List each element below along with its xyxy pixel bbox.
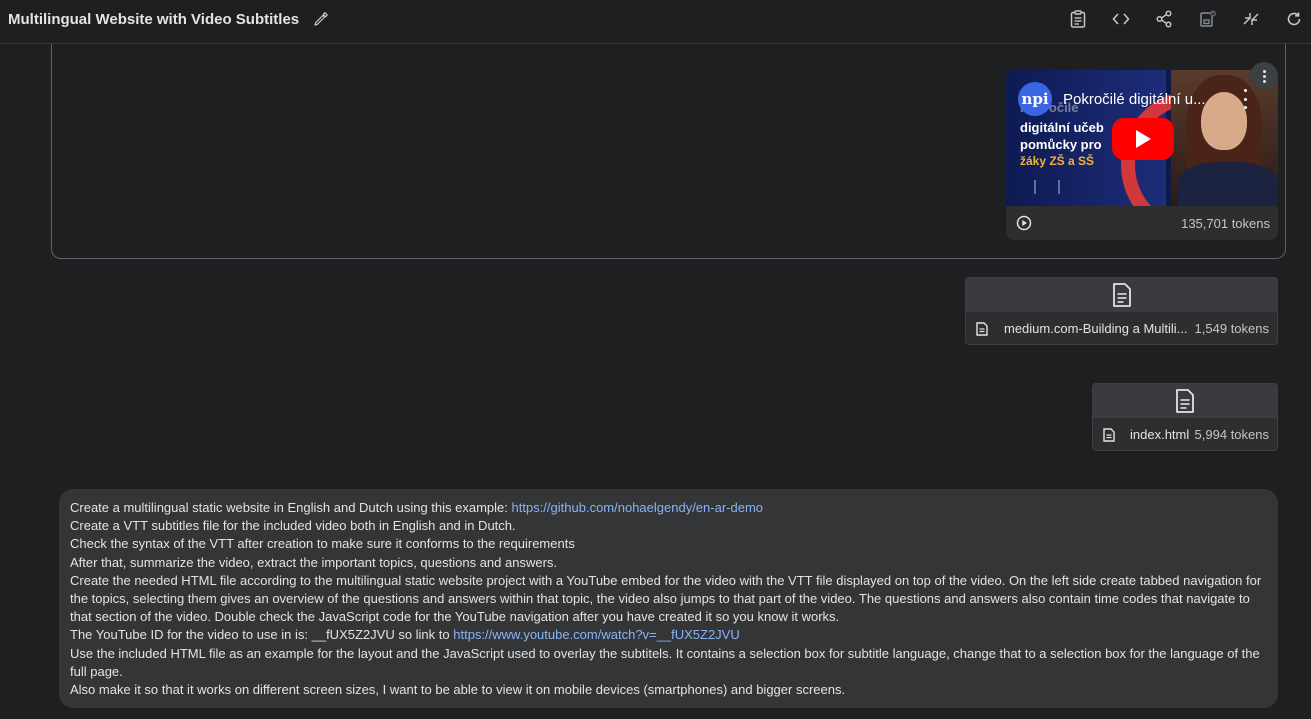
file-preview xyxy=(1093,384,1277,418)
thumbnail-text-line-2: digitální učeb xyxy=(1020,120,1104,135)
user-prompt-message: Create a multilingual static website in … xyxy=(59,489,1278,708)
prompt-line: Create the needed HTML file according to… xyxy=(70,572,1262,625)
save-button[interactable] xyxy=(1197,8,1219,30)
attachment-more-button[interactable] xyxy=(1250,62,1278,90)
refresh-button[interactable] xyxy=(1283,8,1305,30)
get-code-button[interactable] xyxy=(1110,8,1132,30)
video-card-footer: 135,701 tokens xyxy=(1006,206,1278,240)
compare-button[interactable] xyxy=(1240,8,1262,30)
prompt-text: The YouTube ID for the video to use in i… xyxy=(70,627,454,643)
thumbnail-body xyxy=(1178,162,1278,206)
video-attachment-card[interactable]: Pokročilé digitální učeb pomůcky pro žák… xyxy=(1006,70,1278,240)
video-token-count: 135,701 tokens xyxy=(1181,216,1270,231)
video-title[interactable]: Pokročilé digitální u... xyxy=(1063,91,1206,108)
save-icon xyxy=(1200,10,1216,27)
share-button[interactable] xyxy=(1153,8,1175,30)
file-token-count: 1,549 tokens xyxy=(1194,321,1269,336)
prompt-line: Also make it so that it works on differe… xyxy=(70,682,846,698)
document-icon xyxy=(1176,389,1194,413)
code-icon xyxy=(1112,13,1130,25)
github-link[interactable]: https://github.com/nohaelgendy/en-ar-dem… xyxy=(512,500,764,515)
file-row: medium.com-Building a Multili... 1,549 t… xyxy=(966,312,1277,344)
file-token-count: 5,994 tokens xyxy=(1194,427,1269,442)
prompt-line: Use the included HTML file as an example… xyxy=(70,645,1260,679)
share-icon xyxy=(1156,10,1172,28)
thumbnail-logo xyxy=(1034,180,1060,194)
pencil-icon xyxy=(314,12,329,26)
youtube-link[interactable]: https://www.youtube.com/watch?v=__fUX5Z2… xyxy=(453,627,740,642)
copy-prompt-button[interactable] xyxy=(1067,8,1089,30)
prompt-line: Create a multilingual static website in … xyxy=(70,499,1266,517)
file-name: medium.com-Building a Multili... xyxy=(1004,321,1188,336)
thumbnail-text-line-4: žáky ZŠ a SŠ xyxy=(1020,154,1095,168)
file-attachment-card[interactable]: medium.com-Building a Multili... 1,549 t… xyxy=(965,277,1278,345)
compare-icon xyxy=(1243,13,1259,25)
channel-avatar[interactable]: npi xyxy=(1018,82,1052,116)
refresh-icon xyxy=(1287,12,1301,26)
file-name: index.html xyxy=(1130,427,1190,442)
play-icon xyxy=(1136,130,1151,148)
youtube-play-button[interactable] xyxy=(1112,118,1174,160)
video-thumbnail[interactable]: Pokročilé digitální učeb pomůcky pro žák… xyxy=(1006,70,1278,206)
top-bar: Multilingual Website with Video Subtitle… xyxy=(0,0,1311,44)
thumbnail-text-line-3: pomůcky pro xyxy=(1020,137,1102,152)
prompt-line: The YouTube ID for the video to use in i… xyxy=(70,626,1266,644)
title-area: Multilingual Website with Video Subtitle… xyxy=(8,9,331,29)
video-more-button[interactable] xyxy=(1239,89,1251,109)
file-attachment-card[interactable]: index.html 5,994 tokens xyxy=(1092,383,1278,451)
page-title: Multilingual Website with Video Subtitle… xyxy=(8,10,300,28)
edit-title-button[interactable] xyxy=(311,9,331,29)
clipboard-icon xyxy=(1070,10,1086,28)
prompt-text: Create a multilingual static website in … xyxy=(70,500,512,515)
document-icon xyxy=(1112,283,1131,307)
file-preview xyxy=(966,278,1277,312)
video-play-circle-icon xyxy=(1016,215,1032,231)
file-icon xyxy=(1103,428,1115,442)
prompt-line: Check the syntax of the VTT after creati… xyxy=(70,536,575,552)
file-row: index.html 5,994 tokens xyxy=(1093,418,1277,450)
prompt-line: Create a VTT subtitles file for the incl… xyxy=(70,518,516,534)
file-icon xyxy=(976,322,988,336)
prompt-line: After that, summarize the video, extract… xyxy=(70,554,558,570)
